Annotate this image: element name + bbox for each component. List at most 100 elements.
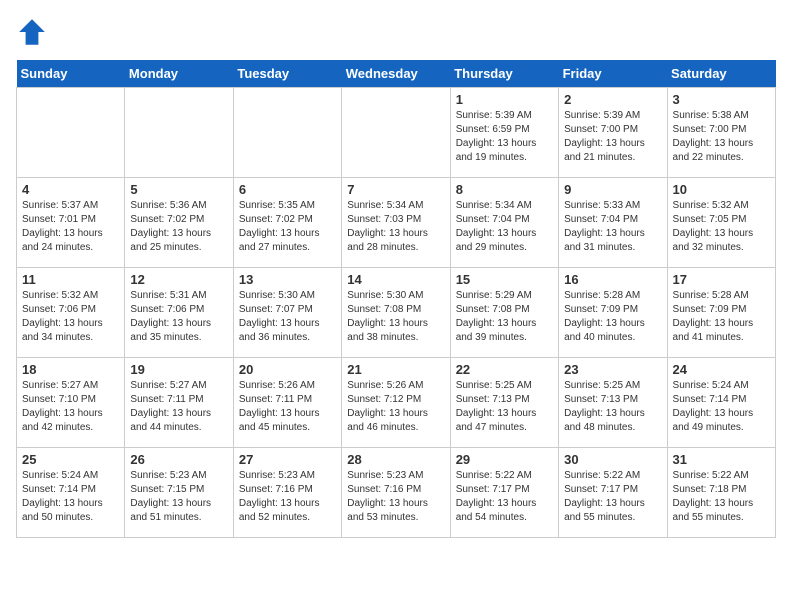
calendar-cell: 15 Sunrise: 5:29 AM Sunset: 7:08 PM Dayli… xyxy=(450,268,558,358)
calendar-cell: 21 Sunrise: 5:26 AM Sunset: 7:12 PM Dayli… xyxy=(342,358,450,448)
day-number: 6 xyxy=(239,182,336,197)
day-number: 21 xyxy=(347,362,444,377)
day-number: 10 xyxy=(673,182,770,197)
cell-content: Sunrise: 5:33 AM Sunset: 7:04 PM Dayligh… xyxy=(564,199,661,255)
day-number: 26 xyxy=(130,452,227,467)
cell-content: Sunrise: 5:32 AM Sunset: 7:05 PM Dayligh… xyxy=(673,199,770,255)
day-number: 23 xyxy=(564,362,661,377)
calendar-cell: 27 Sunrise: 5:23 AM Sunset: 7:16 PM Dayli… xyxy=(233,448,341,538)
day-header-thursday: Thursday xyxy=(450,60,558,88)
calendar-cell: 4 Sunrise: 5:37 AM Sunset: 7:01 PM Daylig… xyxy=(17,178,125,268)
day-number: 1 xyxy=(456,92,553,107)
day-number: 16 xyxy=(564,272,661,287)
day-header-wednesday: Wednesday xyxy=(342,60,450,88)
day-number: 29 xyxy=(456,452,553,467)
cell-content: Sunrise: 5:30 AM Sunset: 7:08 PM Dayligh… xyxy=(347,289,444,345)
cell-content: Sunrise: 5:28 AM Sunset: 7:09 PM Dayligh… xyxy=(564,289,661,345)
calendar-cell xyxy=(342,88,450,178)
cell-content: Sunrise: 5:27 AM Sunset: 7:11 PM Dayligh… xyxy=(130,379,227,435)
calendar-cell: 24 Sunrise: 5:24 AM Sunset: 7:14 PM Dayli… xyxy=(667,358,775,448)
calendar-cell: 7 Sunrise: 5:34 AM Sunset: 7:03 PM Daylig… xyxy=(342,178,450,268)
cell-content: Sunrise: 5:31 AM Sunset: 7:06 PM Dayligh… xyxy=(130,289,227,345)
cell-content: Sunrise: 5:30 AM Sunset: 7:07 PM Dayligh… xyxy=(239,289,336,345)
day-number: 30 xyxy=(564,452,661,467)
calendar-cell: 31Sunrise: 5:22 AM Sunset: 7:18 PM Dayli… xyxy=(667,448,775,538)
day-header-tuesday: Tuesday xyxy=(233,60,341,88)
cell-content: Sunrise: 5:23 AM Sunset: 7:16 PM Dayligh… xyxy=(239,469,336,525)
week-row-4: 18 Sunrise: 5:27 AM Sunset: 7:10 PM Dayli… xyxy=(17,358,776,448)
day-number: 27 xyxy=(239,452,336,467)
cell-content: Sunrise: 5:22 AM Sunset: 7:17 PM Dayligh… xyxy=(564,469,661,525)
day-number: 28 xyxy=(347,452,444,467)
day-number: 18 xyxy=(22,362,119,377)
cell-content: Sunrise: 5:22 AM Sunset: 7:18 PM Dayligh… xyxy=(673,469,770,525)
day-header-friday: Friday xyxy=(559,60,667,88)
day-number: 8 xyxy=(456,182,553,197)
day-header-sunday: Sunday xyxy=(17,60,125,88)
day-header-saturday: Saturday xyxy=(667,60,775,88)
calendar-cell xyxy=(17,88,125,178)
calendar-table: SundayMondayTuesdayWednesdayThursdayFrid… xyxy=(16,60,776,538)
cell-content: Sunrise: 5:37 AM Sunset: 7:01 PM Dayligh… xyxy=(22,199,119,255)
cell-content: Sunrise: 5:35 AM Sunset: 7:02 PM Dayligh… xyxy=(239,199,336,255)
calendar-cell: 22 Sunrise: 5:25 AM Sunset: 7:13 PM Dayli… xyxy=(450,358,558,448)
week-row-5: 25Sunrise: 5:24 AM Sunset: 7:14 PM Dayli… xyxy=(17,448,776,538)
calendar-cell: 18 Sunrise: 5:27 AM Sunset: 7:10 PM Dayli… xyxy=(17,358,125,448)
day-number: 22 xyxy=(456,362,553,377)
day-number: 17 xyxy=(673,272,770,287)
calendar-cell: 20 Sunrise: 5:26 AM Sunset: 7:11 PM Dayli… xyxy=(233,358,341,448)
calendar-cell: 5Sunrise: 5:36 AM Sunset: 7:02 PM Daylig… xyxy=(125,178,233,268)
calendar-cell: 11 Sunrise: 5:32 AM Sunset: 7:06 PM Dayli… xyxy=(17,268,125,358)
calendar-cell: 1 Sunrise: 5:39 AM Sunset: 6:59 PM Daylig… xyxy=(450,88,558,178)
day-number: 15 xyxy=(456,272,553,287)
day-number: 20 xyxy=(239,362,336,377)
calendar-cell: 23 Sunrise: 5:25 AM Sunset: 7:13 PM Dayli… xyxy=(559,358,667,448)
cell-content: Sunrise: 5:34 AM Sunset: 7:04 PM Dayligh… xyxy=(456,199,553,255)
calendar-cell: 6 Sunrise: 5:35 AM Sunset: 7:02 PM Daylig… xyxy=(233,178,341,268)
day-number: 14 xyxy=(347,272,444,287)
day-number: 7 xyxy=(347,182,444,197)
day-number: 2 xyxy=(564,92,661,107)
cell-content: Sunrise: 5:25 AM Sunset: 7:13 PM Dayligh… xyxy=(564,379,661,435)
page-header xyxy=(16,16,776,48)
calendar-cell: 14 Sunrise: 5:30 AM Sunset: 7:08 PM Dayli… xyxy=(342,268,450,358)
calendar-cell xyxy=(125,88,233,178)
calendar-cell xyxy=(233,88,341,178)
cell-content: Sunrise: 5:39 AM Sunset: 6:59 PM Dayligh… xyxy=(456,109,553,165)
calendar-cell: 2 Sunrise: 5:39 AM Sunset: 7:00 PM Daylig… xyxy=(559,88,667,178)
logo xyxy=(16,16,52,48)
cell-content: Sunrise: 5:23 AM Sunset: 7:15 PM Dayligh… xyxy=(130,469,227,525)
cell-content: Sunrise: 5:36 AM Sunset: 7:02 PM Dayligh… xyxy=(130,199,227,255)
day-header-monday: Monday xyxy=(125,60,233,88)
cell-content: Sunrise: 5:26 AM Sunset: 7:11 PM Dayligh… xyxy=(239,379,336,435)
day-number: 12 xyxy=(130,272,227,287)
day-number: 9 xyxy=(564,182,661,197)
week-row-2: 4 Sunrise: 5:37 AM Sunset: 7:01 PM Daylig… xyxy=(17,178,776,268)
cell-content: Sunrise: 5:39 AM Sunset: 7:00 PM Dayligh… xyxy=(564,109,661,165)
cell-content: Sunrise: 5:28 AM Sunset: 7:09 PM Dayligh… xyxy=(673,289,770,345)
cell-content: Sunrise: 5:32 AM Sunset: 7:06 PM Dayligh… xyxy=(22,289,119,345)
calendar-cell: 8 Sunrise: 5:34 AM Sunset: 7:04 PM Daylig… xyxy=(450,178,558,268)
cell-content: Sunrise: 5:34 AM Sunset: 7:03 PM Dayligh… xyxy=(347,199,444,255)
cell-content: Sunrise: 5:25 AM Sunset: 7:13 PM Dayligh… xyxy=(456,379,553,435)
day-number: 11 xyxy=(22,272,119,287)
calendar-cell: 17 Sunrise: 5:28 AM Sunset: 7:09 PM Dayli… xyxy=(667,268,775,358)
logo-icon xyxy=(16,16,48,48)
cell-content: Sunrise: 5:24 AM Sunset: 7:14 PM Dayligh… xyxy=(673,379,770,435)
week-row-1: 1 Sunrise: 5:39 AM Sunset: 6:59 PM Daylig… xyxy=(17,88,776,178)
cell-content: Sunrise: 5:27 AM Sunset: 7:10 PM Dayligh… xyxy=(22,379,119,435)
day-number: 4 xyxy=(22,182,119,197)
cell-content: Sunrise: 5:38 AM Sunset: 7:00 PM Dayligh… xyxy=(673,109,770,165)
calendar-cell: 28Sunrise: 5:23 AM Sunset: 7:16 PM Dayli… xyxy=(342,448,450,538)
calendar-cell: 25Sunrise: 5:24 AM Sunset: 7:14 PM Dayli… xyxy=(17,448,125,538)
day-number: 24 xyxy=(673,362,770,377)
calendar-cell: 30 Sunrise: 5:22 AM Sunset: 7:17 PM Dayli… xyxy=(559,448,667,538)
calendar-cell: 13Sunrise: 5:30 AM Sunset: 7:07 PM Dayli… xyxy=(233,268,341,358)
calendar-cell: 19Sunrise: 5:27 AM Sunset: 7:11 PM Dayli… xyxy=(125,358,233,448)
calendar-cell: 16 Sunrise: 5:28 AM Sunset: 7:09 PM Dayli… xyxy=(559,268,667,358)
day-header-row: SundayMondayTuesdayWednesdayThursdayFrid… xyxy=(17,60,776,88)
cell-content: Sunrise: 5:22 AM Sunset: 7:17 PM Dayligh… xyxy=(456,469,553,525)
cell-content: Sunrise: 5:26 AM Sunset: 7:12 PM Dayligh… xyxy=(347,379,444,435)
cell-content: Sunrise: 5:29 AM Sunset: 7:08 PM Dayligh… xyxy=(456,289,553,345)
week-row-3: 11 Sunrise: 5:32 AM Sunset: 7:06 PM Dayli… xyxy=(17,268,776,358)
